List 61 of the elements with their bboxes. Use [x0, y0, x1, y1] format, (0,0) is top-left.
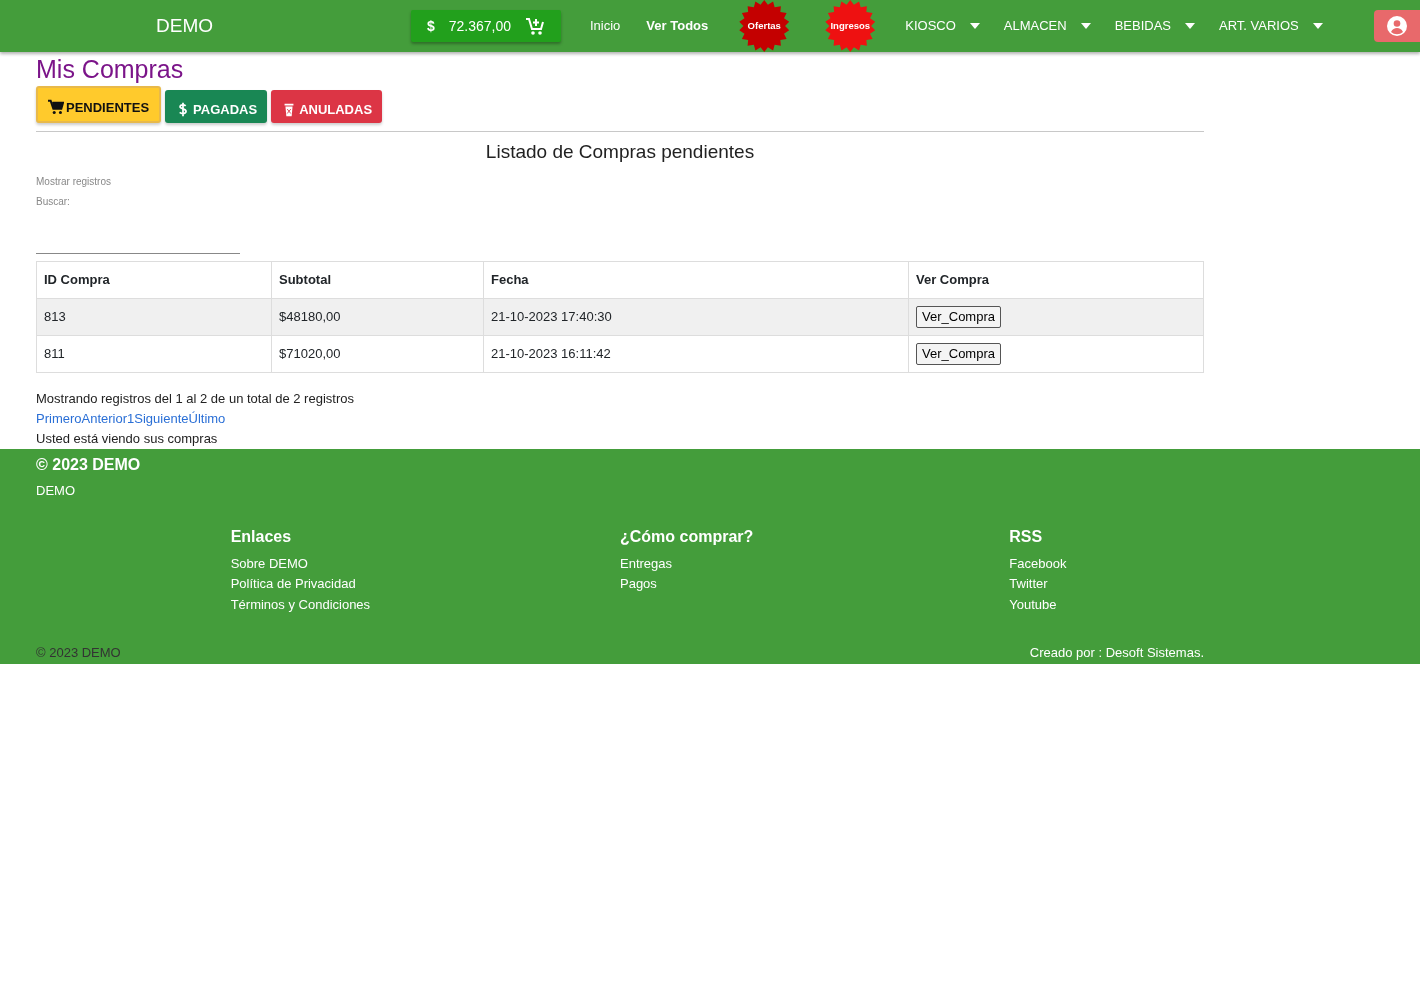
footer-subtitle: DEMO: [36, 482, 76, 500]
nav-link[interactable]: Ver Todos: [633, 16, 722, 36]
promo-badge[interactable]: Ingresos: [824, 0, 877, 52]
caret-icon: [1312, 23, 1323, 29]
search-label: Buscar:: [36, 195, 71, 209]
dropdown-toggle[interactable]: BEBIDAS: [1102, 16, 1208, 36]
table-cell: 21-10-2023 16:11:42: [483, 335, 909, 373]
tab[interactable]: PAGADAS: [165, 90, 268, 123]
table-cell: $71020,00: [271, 335, 484, 373]
dropdown-toggle[interactable]: KIOSCO: [893, 16, 992, 36]
page-title: Mis Compras: [36, 54, 185, 84]
column-header: ID Compra: [36, 261, 272, 299]
brand-link[interactable]: DEMO: [156, 11, 213, 41]
footer-heading: RSS: [1009, 526, 1044, 547]
footer-heading: ¿Cómo comprar?: [620, 526, 755, 547]
footer-title: © 2023 DEMO: [36, 455, 142, 475]
table-cell: 811: [36, 335, 272, 373]
column-header: Ver Compra: [908, 261, 1204, 299]
dropdown-toggle[interactable]: ART. VARIOS: [1207, 16, 1335, 36]
table-info: Mostrando registros del 1 al 2 de un total de 2 registros: [36, 390, 355, 408]
view-purchase-button[interactable]: Ver_Compra: [916, 343, 1001, 365]
column-header: Subtotal: [271, 261, 484, 299]
dropdown-toggle[interactable]: ALMACEN: [991, 16, 1103, 36]
status-note: Usted está viendo sus compras: [36, 430, 219, 448]
caret-icon: [1185, 23, 1196, 29]
footer-link[interactable]: Términos y Condiciones: [230, 594, 620, 615]
column-header: Fecha: [483, 261, 909, 299]
promo-badge[interactable]: Ofertas: [738, 0, 791, 52]
tab[interactable]: ANULADAS: [271, 90, 383, 123]
balance-button[interactable]: $ 72.367,00: [411, 10, 561, 42]
footer-link[interactable]: Pagos: [620, 574, 1010, 595]
footer-link[interactable]: Política de Privacidad: [230, 574, 620, 595]
nav-link[interactable]: Inicio: [577, 16, 634, 36]
tab[interactable]: PENDIENTES: [36, 86, 162, 123]
table-cell: $48180,00: [271, 298, 484, 336]
cart-plus-icon: [525, 16, 545, 36]
table-cell: 21-10-2023 17:40:30: [483, 298, 909, 336]
currency-sign: $: [427, 16, 435, 36]
caret-icon: [969, 23, 980, 29]
table-cell: 813: [36, 298, 272, 336]
footer-link[interactable]: Twitter: [1009, 574, 1204, 595]
footer-link[interactable]: Youtube: [1009, 594, 1204, 615]
footer-heading: Enlaces: [230, 526, 293, 547]
pagination-link[interactable]: Último: [188, 409, 226, 429]
user-button[interactable]: [1374, 10, 1420, 42]
user-icon: [1387, 16, 1407, 36]
cart-icon: [48, 99, 64, 116]
caret-icon: [1080, 23, 1091, 29]
view-purchase-button[interactable]: Ver_Compra: [916, 306, 1001, 328]
footer-link[interactable]: Facebook: [1009, 553, 1204, 574]
footer-link[interactable]: Entregas: [620, 553, 1010, 574]
copyright-text: © 2023 DEMO: [36, 643, 121, 662]
pagination-link[interactable]: Anterior: [81, 409, 128, 429]
length-label: Mostrar registros: [36, 175, 112, 189]
credit-text: Creado por : Desoft Sistemas.: [1029, 643, 1204, 662]
footer-link[interactable]: Sobre DEMO: [230, 553, 620, 574]
pagination-link[interactable]: Primero: [36, 409, 82, 429]
pagination-link[interactable]: Siguiente: [134, 409, 189, 429]
list-title: Listado de Compras pendientes: [484, 142, 756, 162]
balance-amount: 72.367,00: [448, 16, 512, 36]
pagination-link[interactable]: 1: [127, 409, 135, 429]
